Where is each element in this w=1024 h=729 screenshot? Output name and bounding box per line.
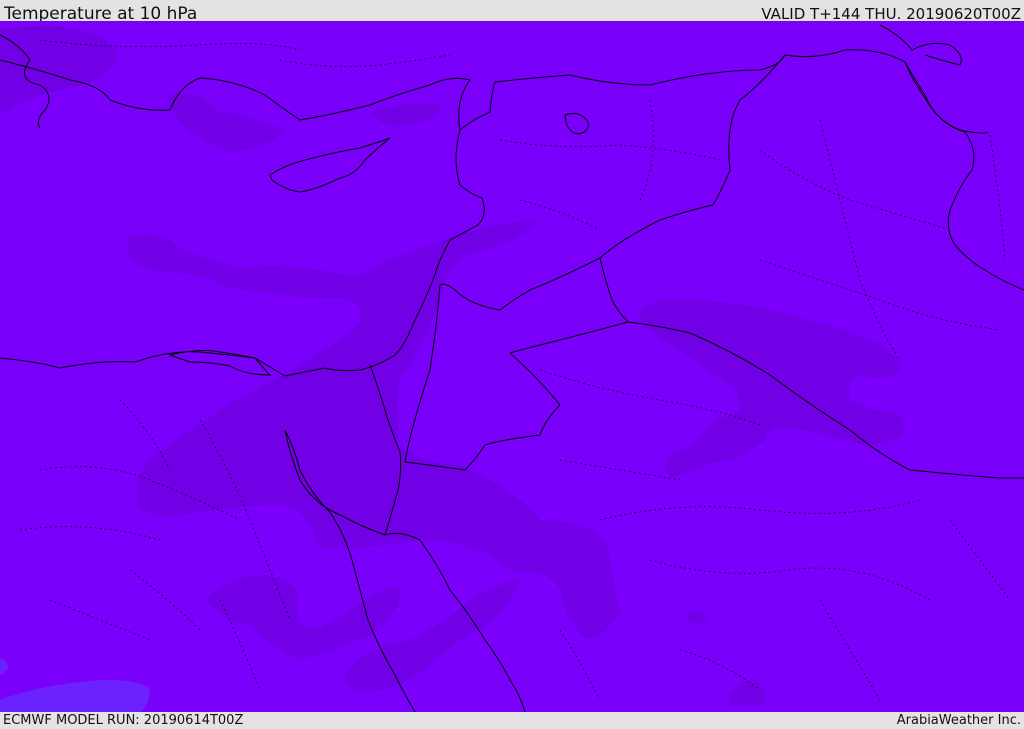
temp-band-northwest <box>0 25 118 115</box>
temperature-shading <box>0 25 904 705</box>
cool-shading <box>0 658 150 712</box>
cool-patch-southwest <box>0 680 150 712</box>
temp-band-south <box>345 578 520 692</box>
weather-map[interactable] <box>0 21 1024 712</box>
temp-band-north-sea <box>168 94 285 152</box>
temp-band-east <box>639 298 904 478</box>
coastline-cyprus <box>269 137 391 193</box>
model-run-label: ECMWF MODEL RUN: 20190614T00Z <box>3 713 244 728</box>
map-canvas <box>0 24 1024 712</box>
temp-patch-bottom <box>728 680 765 705</box>
temp-band-south-west <box>205 575 402 660</box>
cool-patch-west-edge <box>0 658 8 675</box>
border-jordan-iraq <box>599 257 629 323</box>
temp-patch-small <box>688 611 708 624</box>
footer-bar: ECMWF MODEL RUN: 20190614T00Z ArabiaWeat… <box>0 712 1024 729</box>
temp-band-cyprus-north <box>372 103 441 126</box>
border-jordan-saudi <box>404 321 629 471</box>
coastline-caspian <box>879 24 962 66</box>
header-bar: Temperature at 10 hPa VALID T+144 THU. 2… <box>0 0 1024 24</box>
border-iran-iraq <box>904 61 1024 291</box>
coastline-egypt-north <box>0 351 326 377</box>
credit-label: ArabiaWeather Inc. <box>896 713 1021 728</box>
border-syria-iraq <box>439 54 786 311</box>
coastline-turkey <box>0 49 989 134</box>
coastline-lake-van <box>564 113 589 135</box>
